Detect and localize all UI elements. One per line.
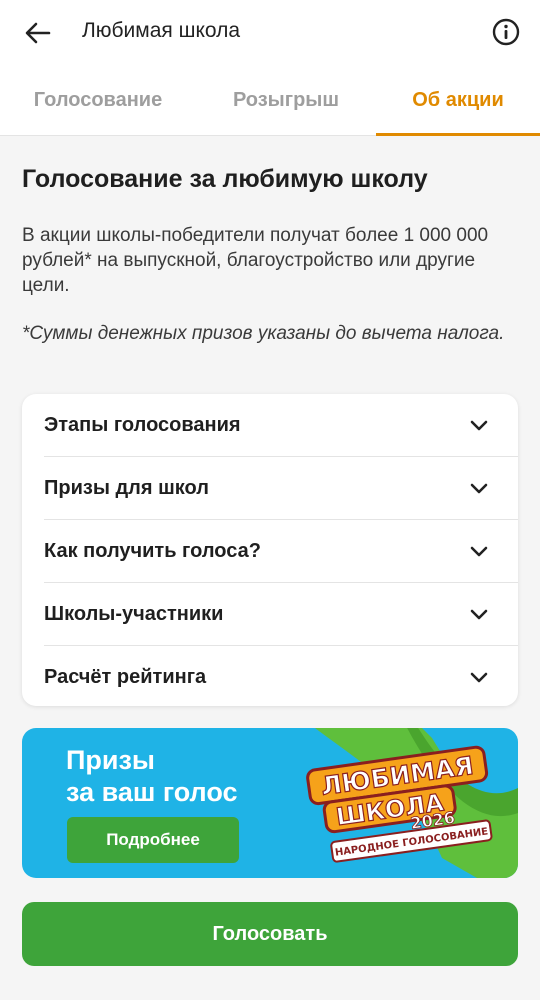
tax-footnote: *Суммы денежных призов указаны до вычета… — [22, 323, 505, 344]
active-tab-indicator — [376, 133, 540, 136]
accordion-item-participants[interactable]: Школы-участники — [44, 583, 518, 645]
tab-voting[interactable]: Голосование — [0, 64, 196, 136]
accordion-item-rating[interactable]: Расчёт рейтинга — [44, 646, 518, 708]
accordion-item-get-votes[interactable]: Как получить голоса? — [44, 520, 518, 582]
promo-description: В акции школы-победители получат более 1… — [22, 225, 489, 296]
chevron-down-icon — [470, 483, 488, 494]
tab-raffle[interactable]: Розыгрыш — [196, 64, 376, 136]
chevron-down-icon — [470, 420, 488, 431]
accordion-item-label: Как получить голоса? — [44, 539, 261, 562]
vote-button[interactable]: Голосовать — [22, 902, 518, 966]
accordion-item-stages[interactable]: Этапы голосования — [44, 394, 518, 456]
accordion-item-label: Расчёт рейтинга — [44, 665, 207, 688]
back-button[interactable] — [22, 17, 54, 49]
lyubimaya-shkola-logo: ЛЮБИМАЯ ШКОЛА 2026 НАРОДНОЕ ГОЛОСОВАНИЕ — [306, 728, 518, 878]
page-title: Любимая школа — [82, 19, 241, 42]
section-heading: Голосование за любимую школу — [22, 165, 428, 193]
info-circle-icon — [492, 18, 520, 46]
arrow-left-icon — [25, 22, 51, 44]
top-app-bar: Любимая школа — [0, 0, 540, 64]
accordion-item-label: Призы для школ — [44, 476, 209, 499]
accordion-item-prizes[interactable]: Призы для школ — [44, 457, 518, 519]
banner-title: Призы за ваш голос — [66, 744, 238, 808]
info-button[interactable] — [490, 16, 522, 48]
banner-title-line2: за ваш голос — [66, 777, 238, 807]
banner-title-line1: Призы — [66, 745, 155, 775]
chevron-down-icon — [470, 546, 488, 557]
faq-accordion: Этапы голосования Призы для школ Как пол… — [22, 394, 518, 706]
tab-about[interactable]: Об акции — [376, 64, 540, 136]
accordion-item-label: Этапы голосования — [44, 413, 241, 436]
tab-bar: Голосование Розыгрыш Об акции — [0, 64, 540, 136]
banner-more-button[interactable]: Подробнее — [67, 817, 239, 863]
chevron-down-icon — [470, 609, 488, 620]
promo-banner[interactable]: Призы за ваш голос Подробнее ЛЮБИМАЯ ШКО… — [22, 728, 518, 878]
accordion-item-label: Школы-участники — [44, 602, 224, 625]
chevron-down-icon — [470, 672, 488, 683]
